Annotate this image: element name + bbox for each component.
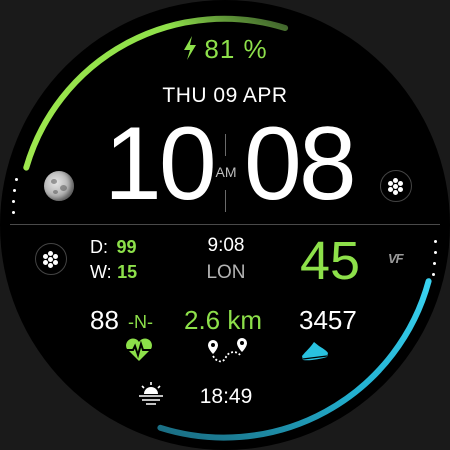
time-divider-top [225, 134, 226, 156]
progress-arcs [23, 15, 432, 441]
heart-rate-unit: -N- [128, 312, 153, 332]
app-shortcut-right-button[interactable] [380, 170, 412, 202]
route-icon [208, 338, 247, 363]
moon-phase-icon[interactable] [44, 171, 74, 201]
weekly-goal-label: W: [90, 262, 112, 282]
app-shortcut-left-button[interactable] [35, 243, 67, 275]
minute-digits: 08 [244, 106, 357, 222]
battery-percent: 81 % [204, 34, 268, 64]
daily-goal-value: 99 [116, 237, 137, 257]
steps-value[interactable]: 3457 [299, 306, 357, 334]
vf-logo: VF [388, 251, 404, 266]
daily-goal-row[interactable]: D: 99 [90, 237, 136, 258]
weekly-goal-row[interactable]: W: 15 [90, 262, 137, 283]
sunrise-icon [139, 382, 163, 405]
app-shortcut-icon [36, 244, 66, 274]
shoe-icon [302, 342, 328, 361]
watch-face: 81 % THU 09 APR 10 AM 08 D: 99 W: 15 9:0… [0, 0, 450, 450]
heart-rate-icon [126, 338, 152, 361]
daily-goal-label: D: [90, 237, 108, 257]
battery-indicator[interactable]: 81 % [0, 34, 450, 65]
world-clock-time[interactable]: 9:08 [190, 235, 262, 257]
distance-value[interactable]: 2.6 km [184, 306, 262, 334]
world-clock-city: LON [206, 262, 246, 283]
hour-digits: 10 [104, 106, 217, 222]
app-shortcut-icon [381, 171, 411, 201]
sunrise-time[interactable]: 18:49 [196, 385, 256, 409]
section-divider [10, 224, 440, 225]
time-divider-bottom [225, 190, 226, 212]
weekly-goal-value: 15 [117, 262, 138, 282]
ampm-label: AM [215, 164, 237, 180]
big-metric-value[interactable]: 45 [292, 234, 368, 288]
charging-bolt-icon [184, 36, 197, 60]
heart-rate-value[interactable]: 88 [90, 306, 119, 334]
date-label[interactable]: THU 09 APR [0, 84, 450, 108]
